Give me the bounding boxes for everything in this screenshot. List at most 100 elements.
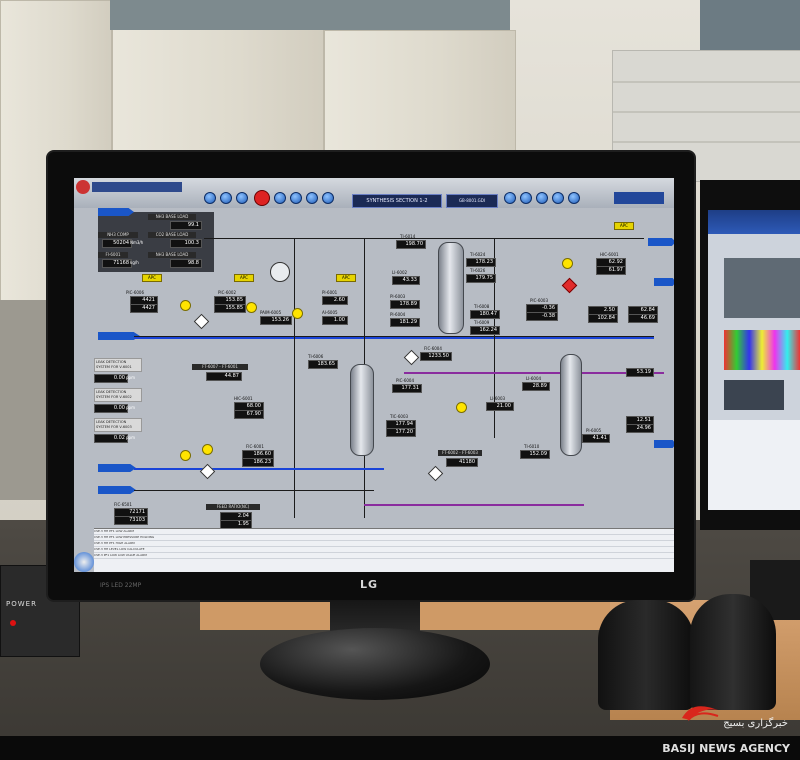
tag-label: PIC-6004 (396, 378, 415, 383)
flow-value: 41180 (446, 458, 478, 467)
tag-label: FI-6001 (98, 252, 128, 258)
leak-value: 0.02 (94, 434, 128, 443)
nav-button[interactable] (568, 192, 580, 204)
flow-value: 71168 (102, 259, 132, 268)
tag-label: FIC-6501 (114, 502, 132, 507)
status-indicator (202, 444, 213, 455)
status-indicator (456, 402, 467, 413)
pressure-value: 181.29 (390, 318, 420, 327)
nav-button[interactable] (290, 192, 302, 204)
stream-arrow[interactable] (648, 238, 674, 246)
process-value: 153.26 (260, 316, 292, 325)
nav-button[interactable] (552, 192, 564, 204)
stream-arrow[interactable] (98, 208, 134, 216)
process-value: 177.20 (386, 428, 416, 437)
load-unit: Nm3/h (130, 240, 144, 245)
leak-label: LEAK DETECTION SYSTEM FOR V-6002 (94, 388, 142, 402)
power-label: POWER (6, 600, 37, 608)
stream-arrow[interactable] (98, 464, 136, 472)
tag-label: PI-6001 (322, 290, 338, 295)
screen-file: GB-8001.GDI (446, 194, 498, 208)
stream-arrow[interactable] (654, 440, 674, 448)
leak-label: LEAK DETECTION SYSTEM FOR V-6001 (94, 358, 142, 372)
pipe (364, 504, 584, 506)
leak-label: LEAK DETECTION SYSTEM FOR V-6003 (94, 418, 142, 432)
stripper-vessel[interactable] (350, 364, 374, 456)
interlock-icon[interactable] (199, 463, 216, 480)
load-value: 99.1 (170, 221, 202, 230)
load-label: NH3 BASE LOAD (148, 214, 196, 220)
nav-button[interactable] (274, 192, 286, 204)
process-value: 186.23 (242, 458, 274, 467)
electrical-cabinet (112, 10, 324, 162)
nav-button[interactable] (220, 192, 232, 204)
tag-label: PIC-6006 (126, 290, 145, 295)
tag-label: PIC-6003 (530, 298, 549, 303)
analyzer-value: 24.96 (626, 424, 654, 433)
tag-label: TI-6006 (308, 354, 324, 359)
hmi-screen[interactable]: SYNTHESIS SECTION 1-2 GB-8001.GDI NH3 BA… (74, 178, 674, 572)
status-indicator (292, 308, 303, 319)
apc-button[interactable]: APC (336, 274, 356, 282)
stream-arrow[interactable] (654, 278, 674, 286)
tag-label: TI-6014 (400, 234, 416, 239)
temperature-value: 180.47 (470, 310, 500, 319)
company-logo (76, 180, 90, 194)
tag-label: TI-6026 (470, 268, 486, 273)
tag-label: HIC-6001 (234, 396, 253, 401)
tag-label: PAIM-6005 (260, 310, 282, 315)
leak-value: 0.00 (94, 404, 128, 413)
tag-label: PI-6004 (390, 312, 406, 317)
tag-label: AI-6005 (322, 310, 338, 315)
condenser-vessel[interactable] (560, 354, 582, 456)
company-banner (92, 182, 182, 192)
watermark-persian: خبرگزاری بسیج (723, 718, 788, 729)
speaker (598, 600, 694, 710)
flow-value: 44.87 (206, 372, 242, 381)
pressure-value: 2.60 (322, 296, 348, 305)
nav-button[interactable] (322, 192, 334, 204)
tag-label: TI-6024 (470, 252, 486, 257)
pump-icon[interactable] (270, 262, 290, 282)
nav-button[interactable] (306, 192, 318, 204)
reactor-vessel[interactable] (438, 242, 464, 334)
process-value: 67.90 (234, 410, 264, 419)
nav-button[interactable] (520, 192, 532, 204)
temperature-value: 162.24 (470, 326, 500, 335)
leak-unit: ppm (126, 375, 135, 380)
status-indicator (180, 300, 191, 311)
temperature-value: 183.65 (308, 360, 338, 369)
tag-label: LI-6004 (526, 376, 542, 381)
status-indicator (562, 258, 573, 269)
interlock-icon[interactable] (403, 349, 420, 366)
emergency-stop-icon[interactable] (254, 190, 270, 206)
apc-button[interactable]: APC (614, 222, 634, 230)
nav-button[interactable] (204, 192, 216, 204)
pipe (134, 337, 654, 339)
alarm-list[interactable]: CSE.3 HH PF1 LOW ALARM CSE.3 HH PF1 LOW … (94, 528, 674, 572)
tag-label: FT-6007 - FT-6001 (192, 364, 248, 370)
nav-button[interactable] (536, 192, 548, 204)
alarm-row[interactable]: CSE.3 PF1 LOW LOW VALUE ALARM (94, 553, 674, 559)
interlock-icon[interactable] (427, 465, 444, 482)
apc-button[interactable]: APC (234, 274, 254, 282)
system-icon[interactable] (74, 552, 94, 572)
tag-label: LI-6003 (490, 396, 506, 401)
flow-unit: kg/h (130, 260, 139, 265)
speaker (690, 594, 776, 710)
nav-button[interactable] (504, 192, 516, 204)
wall-panel (0, 300, 48, 500)
status-indicator (180, 450, 191, 461)
tag-label: HIC-6001 (600, 252, 619, 257)
tag-label: FIC-6004 (424, 346, 442, 351)
process-value: -0.38 (526, 312, 558, 321)
pipe (404, 372, 664, 374)
nav-button[interactable] (236, 192, 248, 204)
interlock-icon[interactable] (193, 313, 210, 330)
apc-button[interactable]: APC (142, 274, 162, 282)
alarm-icon[interactable] (561, 277, 578, 294)
stream-arrow[interactable] (98, 486, 136, 494)
pipe (134, 490, 374, 491)
tag-label: TIC-6003 (390, 414, 409, 419)
temperature-value: 178.23 (466, 258, 496, 267)
